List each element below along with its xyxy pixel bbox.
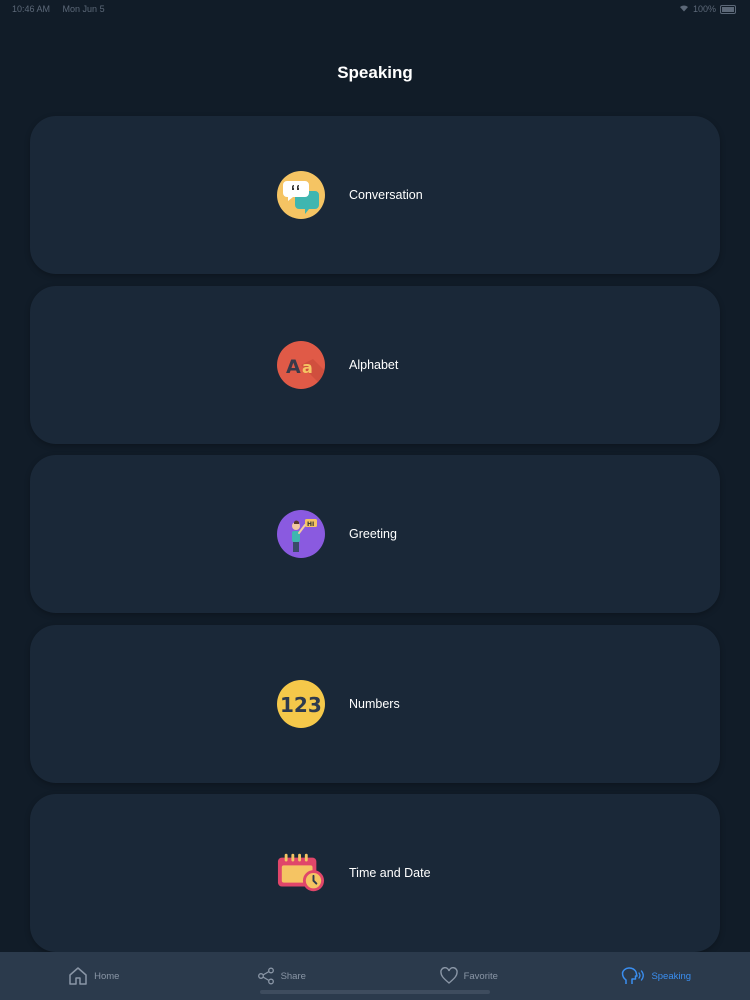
alphabet-aa-icon: A a xyxy=(277,340,325,389)
tab-label: Home xyxy=(94,970,120,982)
category-card-conversation[interactable]: Conversation xyxy=(30,116,720,274)
share-icon xyxy=(257,967,275,985)
category-card-greeting[interactable]: HI Greeting xyxy=(30,455,720,613)
category-label: Numbers xyxy=(349,696,400,711)
category-label: Alphabet xyxy=(349,357,399,372)
tab-home[interactable]: Home xyxy=(14,966,174,986)
home-indicator xyxy=(260,990,490,994)
calendar-clock-icon xyxy=(277,849,325,897)
svg-text:HI: HI xyxy=(307,521,314,528)
category-list: Conversation A a Alphabet HI Greeting 12… xyxy=(30,116,720,964)
numbers-123-icon: 123 xyxy=(277,679,325,728)
battery-percent: 100% xyxy=(692,4,716,14)
page-title: Speaking xyxy=(337,63,413,82)
category-card-numbers[interactable]: 123 Numbers xyxy=(30,624,720,783)
status-date: Mon Jun 5 xyxy=(62,4,105,14)
tab-favorite[interactable]: Favorite xyxy=(389,967,549,985)
home-icon xyxy=(68,966,88,986)
svg-text:A: A xyxy=(286,356,301,378)
category-label: Conversation xyxy=(349,188,423,202)
tab-label: Favorite xyxy=(463,970,498,982)
category-card-time-and-date[interactable]: Time and Date xyxy=(30,794,720,952)
status-time: 10:46 AM xyxy=(12,4,51,14)
wifi-icon xyxy=(679,4,689,14)
tab-label: Share xyxy=(280,970,306,982)
category-label: Greeting xyxy=(349,527,397,541)
status-bar: 10:46 AM Mon Jun 5 100% xyxy=(0,0,750,18)
svg-text:123: 123 xyxy=(280,693,322,717)
tab-speaking[interactable]: Speaking xyxy=(576,966,736,986)
tab-label: Speaking xyxy=(651,970,692,982)
person-hi-icon: HI xyxy=(277,510,325,558)
battery-icon xyxy=(720,4,736,14)
svg-text:a: a xyxy=(302,358,313,377)
tab-share[interactable]: Share xyxy=(201,967,361,985)
speaking-screen: 10:46 AM Mon Jun 5 100% Speaking Convers… xyxy=(0,0,750,1000)
speaking-head-icon xyxy=(621,966,645,986)
category-card-alphabet[interactable]: A a Alphabet xyxy=(30,285,720,444)
speech-bubbles-icon xyxy=(277,171,325,219)
category-label: Time and Date xyxy=(349,866,431,880)
status-left: 10:46 AM Mon Jun 5 xyxy=(12,4,115,14)
heart-icon xyxy=(439,967,458,985)
status-right: 100% xyxy=(679,4,736,14)
